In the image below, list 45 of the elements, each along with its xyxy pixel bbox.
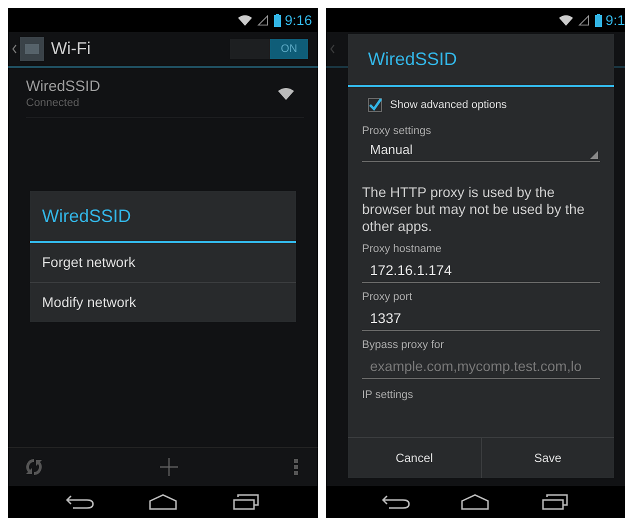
settings-app-icon	[20, 37, 44, 61]
cell-signal-icon	[576, 14, 591, 26]
network-item[interactable]: WiredSSID Connected	[26, 68, 304, 118]
proxy-dropdown[interactable]: Manual	[362, 137, 600, 162]
back-caret-icon	[330, 44, 335, 54]
input-field[interactable]: example.com,mycomp.test.com,lo	[362, 353, 600, 379]
refresh-icon[interactable]	[24, 457, 44, 477]
status-time: 9:16	[284, 12, 312, 28]
status-time: 9:1	[606, 12, 625, 28]
dialog-title: WiredSSID	[348, 34, 614, 87]
home-icon[interactable]	[148, 494, 178, 510]
add-icon[interactable]	[159, 457, 179, 477]
dropdown-arrow-icon	[590, 151, 598, 159]
screen-title: Wi-Fi	[51, 39, 92, 59]
toggle-label: ON	[270, 39, 308, 59]
section-label: IP settings	[362, 389, 414, 401]
field-label: Bypass proxy for	[362, 339, 445, 351]
wifi-signal-icon	[238, 14, 252, 26]
battery-icon	[594, 14, 602, 26]
input-field[interactable]: 172.16.1.174	[362, 257, 600, 283]
input-field[interactable]: 1337	[362, 305, 600, 331]
back-icon[interactable]	[380, 494, 411, 510]
wifi-icon	[278, 88, 294, 100]
home-icon[interactable]	[460, 494, 490, 510]
recents-icon[interactable]	[231, 494, 262, 510]
field-label: Proxy hostname	[362, 243, 442, 255]
field-label: Proxy port	[362, 291, 414, 303]
wifi-signal-icon	[558, 14, 573, 26]
network-name: WiredSSID	[26, 78, 100, 95]
menu-item[interactable]: Modify network	[30, 283, 296, 322]
field-label: Proxy settings	[362, 125, 432, 137]
proxy-note: The HTTP proxy is used by the browser but may not be used by the other apps.	[362, 184, 586, 235]
back-caret-icon[interactable]	[12, 44, 17, 54]
overflow-menu-icon[interactable]	[294, 459, 298, 475]
dialog-button[interactable]: Save	[480, 438, 614, 478]
checkbox[interactable]	[368, 98, 382, 112]
checkbox-label: Show advanced options	[390, 99, 507, 111]
network-status: Connected	[26, 97, 80, 109]
recents-icon[interactable]	[540, 494, 570, 510]
back-icon[interactable]	[64, 494, 95, 510]
battery-icon	[274, 14, 281, 26]
dialog-title: WiredSSID	[30, 191, 296, 243]
dialog-button[interactable]: Cancel	[348, 438, 480, 478]
cell-signal-icon	[256, 14, 270, 26]
menu-item[interactable]: Forget network	[30, 243, 296, 283]
